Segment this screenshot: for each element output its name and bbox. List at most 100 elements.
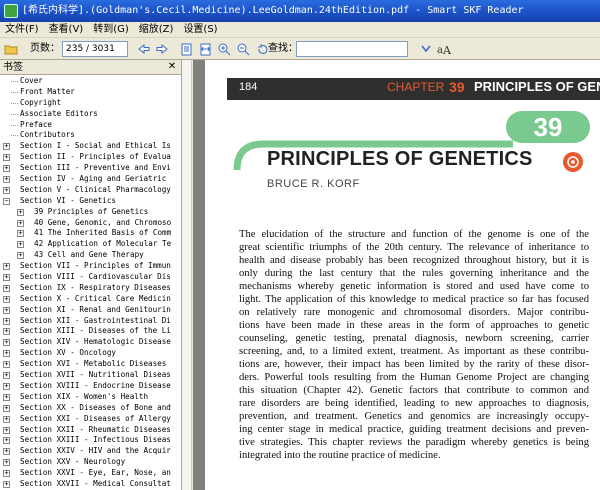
bookmark-item[interactable]: + Section XIV - Hematologic Disease xyxy=(0,337,182,348)
bookmark-label: Section I - Social and Ethical Is xyxy=(20,141,171,151)
expand-icon[interactable]: + xyxy=(17,230,24,238)
bookmarks-scrollbar[interactable] xyxy=(182,60,192,490)
bookmark-label: Section IV - Aging and Geriatric xyxy=(20,174,167,184)
bookmark-item[interactable]: + Section I - Social and Ethical Is xyxy=(0,141,182,152)
bookmark-item[interactable]: +39 Principles of Genetics xyxy=(0,207,182,218)
bookmark-item[interactable]: + Section V - Clinical Pharmacology xyxy=(0,185,182,196)
close-icon[interactable]: ✕ xyxy=(166,61,178,73)
expand-icon[interactable]: + xyxy=(3,317,10,325)
expand-icon[interactable]: + xyxy=(3,306,10,314)
zoom-out-icon[interactable] xyxy=(235,41,251,57)
expand-icon[interactable]: + xyxy=(3,393,10,401)
bookmark-label: Section XXIV - HIV and the Acquir xyxy=(20,446,171,456)
open-folder-icon[interactable] xyxy=(3,41,19,57)
expand-icon[interactable]: + xyxy=(3,339,10,347)
expand-icon[interactable]: + xyxy=(3,176,10,184)
bookmark-item[interactable]: +41 The Inherited Basis of Comm xyxy=(0,228,182,239)
bookmark-item[interactable]: + Section XXV - Neurology xyxy=(0,457,182,468)
expand-icon[interactable]: + xyxy=(3,284,10,292)
expand-icon[interactable]: + xyxy=(3,437,10,445)
bookmark-item[interactable]: + Section XVII - Nutritional Diseas xyxy=(0,370,182,381)
bookmark-item[interactable]: + Section VIII - Cardiovascular Dis xyxy=(0,272,182,283)
bookmark-item[interactable]: Front Matter xyxy=(0,87,182,98)
menu-file[interactable]: 文件(F) xyxy=(0,22,44,38)
bookmark-label: 39 Principles of Genetics xyxy=(34,206,149,216)
expand-icon[interactable]: + xyxy=(17,208,24,216)
expand-icon[interactable]: + xyxy=(3,372,10,380)
bookmark-item[interactable]: Preface xyxy=(0,120,182,131)
menu-view[interactable]: 查看(V) xyxy=(44,22,89,38)
expand-icon[interactable]: + xyxy=(17,241,24,249)
menu-goto[interactable]: 转到(G) xyxy=(88,22,134,38)
expand-icon[interactable]: + xyxy=(3,165,10,173)
bookmark-item[interactable]: + Section XXII - Rheumatic Diseases xyxy=(0,425,182,436)
bookmark-item[interactable]: + Section XIX - Women's Health xyxy=(0,392,182,403)
bookmark-item[interactable]: + Section XXIV - HIV and the Acquir xyxy=(0,446,182,457)
bookmark-label: 41 The Inherited Basis of Comm xyxy=(34,228,172,238)
expand-icon[interactable]: + xyxy=(3,295,10,303)
bookmark-item[interactable]: + Section IV - Aging and Geriatric xyxy=(0,174,182,185)
bookmark-item[interactable]: + Section XI - Renal and Genitourin xyxy=(0,305,182,316)
bookmark-item[interactable]: +40 Gene, Genomic, and Chromoso xyxy=(0,218,182,229)
bookmark-item[interactable]: + Section XIII - Diseases of the Li xyxy=(0,326,182,337)
bookmark-item[interactable]: + Section XXVI - Eye, Ear, Nose, an xyxy=(0,468,182,479)
expand-icon[interactable]: + xyxy=(3,470,10,478)
expand-icon[interactable]: + xyxy=(3,382,10,390)
bookmark-item[interactable]: + Section XXI - Diseases of Allergy xyxy=(0,414,182,425)
expand-icon[interactable]: + xyxy=(3,154,10,162)
expand-icon[interactable]: + xyxy=(3,361,10,369)
media-icon[interactable] xyxy=(563,152,583,172)
expand-icon[interactable]: + xyxy=(17,219,24,227)
find-next-icon[interactable] xyxy=(418,41,434,57)
page-number-input[interactable]: 235 / 3031 xyxy=(62,41,128,57)
bookmark-item[interactable]: − Section VI - Genetics xyxy=(0,196,182,207)
bookmark-item[interactable]: + Section II - Principles of Evalua xyxy=(0,152,182,163)
bookmark-item[interactable]: + Section XII - Gastrointestinal Di xyxy=(0,316,182,327)
bookmark-label: Section XII - Gastrointestinal Di xyxy=(20,315,171,325)
body-line: screening, and, to a limited extent, tre… xyxy=(239,346,589,357)
bookmark-item[interactable]: + Section XX - Diseases of Bone and xyxy=(0,403,182,414)
bookmark-item[interactable]: + Section XVI - Metabolic Diseases xyxy=(0,359,182,370)
expand-icon[interactable]: + xyxy=(3,143,10,151)
expand-icon[interactable]: + xyxy=(3,186,10,194)
expand-icon[interactable]: + xyxy=(3,459,10,467)
fit-page-icon[interactable] xyxy=(178,41,194,57)
bookmark-item[interactable]: + Section XXVII - Medical Consultat xyxy=(0,479,182,490)
expand-icon[interactable]: + xyxy=(17,252,24,260)
expand-icon[interactable]: + xyxy=(3,328,10,336)
menu-settings[interactable]: 设置(S) xyxy=(178,22,222,38)
find-input[interactable] xyxy=(296,41,408,57)
expand-icon[interactable]: + xyxy=(3,480,10,488)
bookmark-label: Section XXIII - Infectious Diseas xyxy=(20,435,171,445)
bookmark-item[interactable]: + Section XVIII - Endocrine Disease xyxy=(0,381,182,392)
bookmark-item[interactable]: +43 Cell and Gene Therapy xyxy=(0,250,182,261)
menu-zoom[interactable]: 缩放(Z) xyxy=(134,22,179,38)
expand-icon[interactable]: + xyxy=(3,263,10,271)
bookmark-item[interactable]: Associate Editors xyxy=(0,109,182,120)
arrow-left-icon[interactable] xyxy=(136,41,152,57)
collapse-icon[interactable]: − xyxy=(3,197,10,205)
bookmark-item[interactable]: Contributors xyxy=(0,130,182,141)
fit-width-icon[interactable] xyxy=(197,41,213,57)
expand-icon[interactable]: + xyxy=(3,350,10,358)
bookmark-item[interactable]: + Section XV - Oncology xyxy=(0,348,182,359)
bookmark-item[interactable]: + Section VII - Principles of Immun xyxy=(0,261,182,272)
zoom-in-icon[interactable] xyxy=(216,41,232,57)
bookmark-item[interactable]: + Section III - Preventive and Envi xyxy=(0,163,182,174)
expand-icon[interactable]: + xyxy=(3,448,10,456)
bookmark-label: Front Matter xyxy=(20,86,75,96)
bookmark-item[interactable]: + Section X - Critical Care Medicin xyxy=(0,294,182,305)
expand-icon[interactable]: + xyxy=(3,415,10,423)
tree-line xyxy=(11,91,18,93)
expand-icon[interactable]: + xyxy=(3,404,10,412)
match-case-icon[interactable]: aA xyxy=(436,41,452,57)
expand-icon[interactable]: + xyxy=(3,274,10,282)
arrow-right-icon[interactable] xyxy=(154,41,170,57)
expand-icon[interactable]: + xyxy=(3,426,10,434)
bookmark-item[interactable]: +42 Application of Molecular Te xyxy=(0,239,182,250)
bookmark-label: Contributors xyxy=(20,130,75,140)
bookmark-item[interactable]: + Section XXIII - Infectious Diseas xyxy=(0,435,182,446)
bookmark-item[interactable]: Cover xyxy=(0,76,182,87)
bookmark-item[interactable]: + Section IX - Respiratory Diseases xyxy=(0,283,182,294)
bookmark-item[interactable]: Copyright xyxy=(0,98,182,109)
